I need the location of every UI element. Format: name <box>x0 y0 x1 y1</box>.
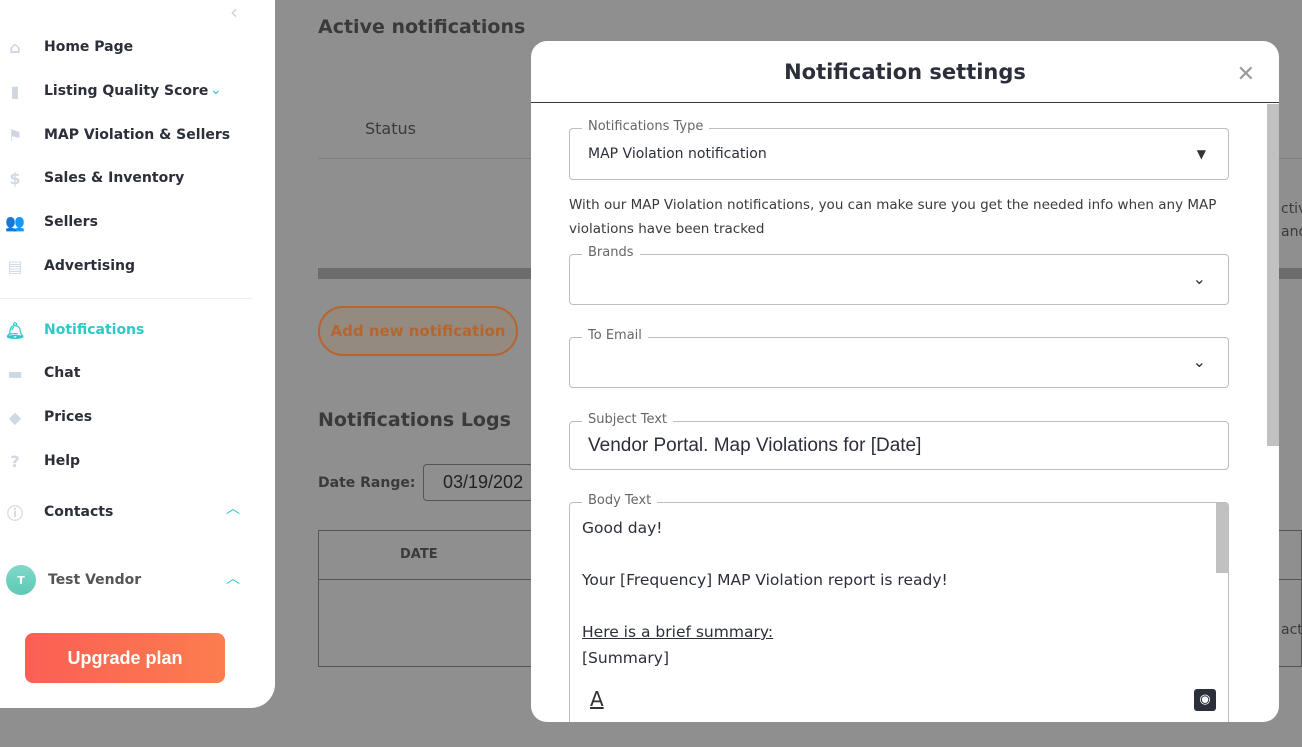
field-label: Body Text <box>582 493 658 508</box>
users-icon: 👥 <box>5 212 25 232</box>
sidebar-item-help[interactable]: ? Help <box>0 451 81 471</box>
dropdown-arrow-icon: ▼ <box>1196 147 1206 161</box>
sidebar-item-map-violation[interactable]: ⚑ MAP Violation & Sellers <box>0 125 231 145</box>
dollar-icon: $ <box>9 168 21 188</box>
flag-icon: ⚑ <box>7 125 23 145</box>
date-range-label: Date Range: <box>318 475 416 491</box>
sidebar-item-label: Notifications <box>44 322 145 338</box>
sidebar-item-listing-quality[interactable]: ▮ Listing Quality Score <box>0 81 209 101</box>
sidebar-item-label: Advertising <box>44 258 135 274</box>
date-column-header: DATE <box>400 547 438 562</box>
avatar: T <box>6 565 36 595</box>
text-format-icon[interactable]: A <box>590 687 604 711</box>
notification-settings-modal: Notification settings ✕ Notifications Typ… <box>531 41 1279 722</box>
bell-icon: 🔔︎ <box>4 320 26 340</box>
add-new-notification-button[interactable]: Add new notification <box>318 306 518 356</box>
chevron-up-icon[interactable]: ︿ <box>226 568 240 588</box>
sidebar-item-prices[interactable]: ◆ Prices <box>0 407 93 427</box>
notifications-logs-title: Notifications Logs <box>318 409 511 431</box>
chevron-down-icon: ⌄ <box>1192 352 1206 371</box>
field-label: To Email <box>582 328 648 343</box>
field-label: Brands <box>582 245 640 260</box>
sidebar-item-sellers[interactable]: 👥 Sellers <box>0 212 98 232</box>
sidebar-item-label: Sellers <box>44 214 98 230</box>
field-label: Subject Text <box>582 412 674 427</box>
sidebar-item-label: Contacts <box>44 504 114 520</box>
collapse-sidebar-icon[interactable]: ‹ <box>230 0 238 24</box>
tag-icon: ◆ <box>8 407 22 427</box>
field-value: Vendor Portal. Map Violations for [Date] <box>588 435 922 456</box>
upgrade-plan-button[interactable]: Upgrade plan <box>25 633 225 683</box>
sidebar: ‹ ⌂ Home Page ▮ Listing Quality Score ⌄ ⚑ M… <box>0 0 275 708</box>
body-line: [Summary] <box>582 649 669 667</box>
preview-eye-icon[interactable]: ◉ <box>1194 689 1216 711</box>
clipped-text: act <box>1281 622 1302 638</box>
status-column-header: Status <box>365 119 416 138</box>
user-name: Test Vendor <box>48 572 142 588</box>
user-menu[interactable]: T Test Vendor <box>0 565 141 595</box>
sidebar-item-label: Prices <box>44 409 93 425</box>
home-icon: ⌂ <box>9 37 21 57</box>
sidebar-item-contacts[interactable]: ⓘ Contacts <box>0 503 114 523</box>
notifications-type-select[interactable]: Notifications Type MAP Violation notific… <box>569 119 1229 180</box>
sidebar-item-home[interactable]: ⌂ Home Page <box>0 37 134 57</box>
brands-select[interactable]: Brands ⌄ <box>569 245 1229 305</box>
modal-scrollbar[interactable] <box>1267 104 1279 446</box>
sidebar-item-sales[interactable]: $ Sales & Inventory <box>0 168 185 188</box>
body-line: Your [Frequency] MAP Violation report is… <box>582 571 948 589</box>
type-description: With our MAP Violation notifications, yo… <box>569 197 1217 237</box>
field-label: Notifications Type <box>582 119 710 134</box>
sidebar-item-label: MAP Violation & Sellers <box>44 127 231 143</box>
sidebar-item-notifications[interactable]: 🔔︎ Notifications <box>0 320 145 340</box>
chevron-down-icon[interactable]: ⌄ <box>210 82 222 98</box>
to-email-select[interactable]: To Email ⌄ <box>569 328 1229 388</box>
bar-chart-icon: ▮ <box>10 81 20 101</box>
clipped-text: ctiv <box>1281 201 1302 217</box>
chevron-down-icon: ⌄ <box>1192 269 1206 288</box>
chat-icon: ▬ <box>7 363 23 383</box>
chevron-up-icon[interactable]: ︿ <box>226 498 240 518</box>
help-icon: ? <box>10 451 20 471</box>
sidebar-item-advertising[interactable]: ▤ Advertising <box>0 256 135 276</box>
active-notifications-title: Active notifications <box>318 16 526 38</box>
clipped-text: and <box>1281 224 1302 240</box>
sidebar-item-label: Home Page <box>44 39 134 55</box>
field-value: MAP Violation notification <box>588 146 767 162</box>
sidebar-item-label: Chat <box>44 365 81 381</box>
document-icon: ▤ <box>7 256 23 276</box>
sidebar-item-chat[interactable]: ▬ Chat <box>0 363 81 383</box>
sidebar-item-label: Listing Quality Score <box>44 83 209 99</box>
body-line: Good day! <box>582 519 663 537</box>
body-text-editor[interactable]: Body Text Good day! Your [Frequency] MAP… <box>569 493 1229 722</box>
subject-text-input[interactable]: Subject Text Vendor Portal. Map Violatio… <box>569 412 1229 470</box>
body-line: Here is a brief summary: <box>582 623 774 641</box>
sidebar-item-label: Sales & Inventory <box>44 170 185 186</box>
info-icon: ⓘ <box>6 504 23 523</box>
close-icon[interactable]: ✕ <box>1237 61 1255 87</box>
body-scrollbar[interactable] <box>1216 503 1228 573</box>
sidebar-item-label: Help <box>44 453 81 469</box>
modal-title: Notification settings <box>784 59 1026 84</box>
